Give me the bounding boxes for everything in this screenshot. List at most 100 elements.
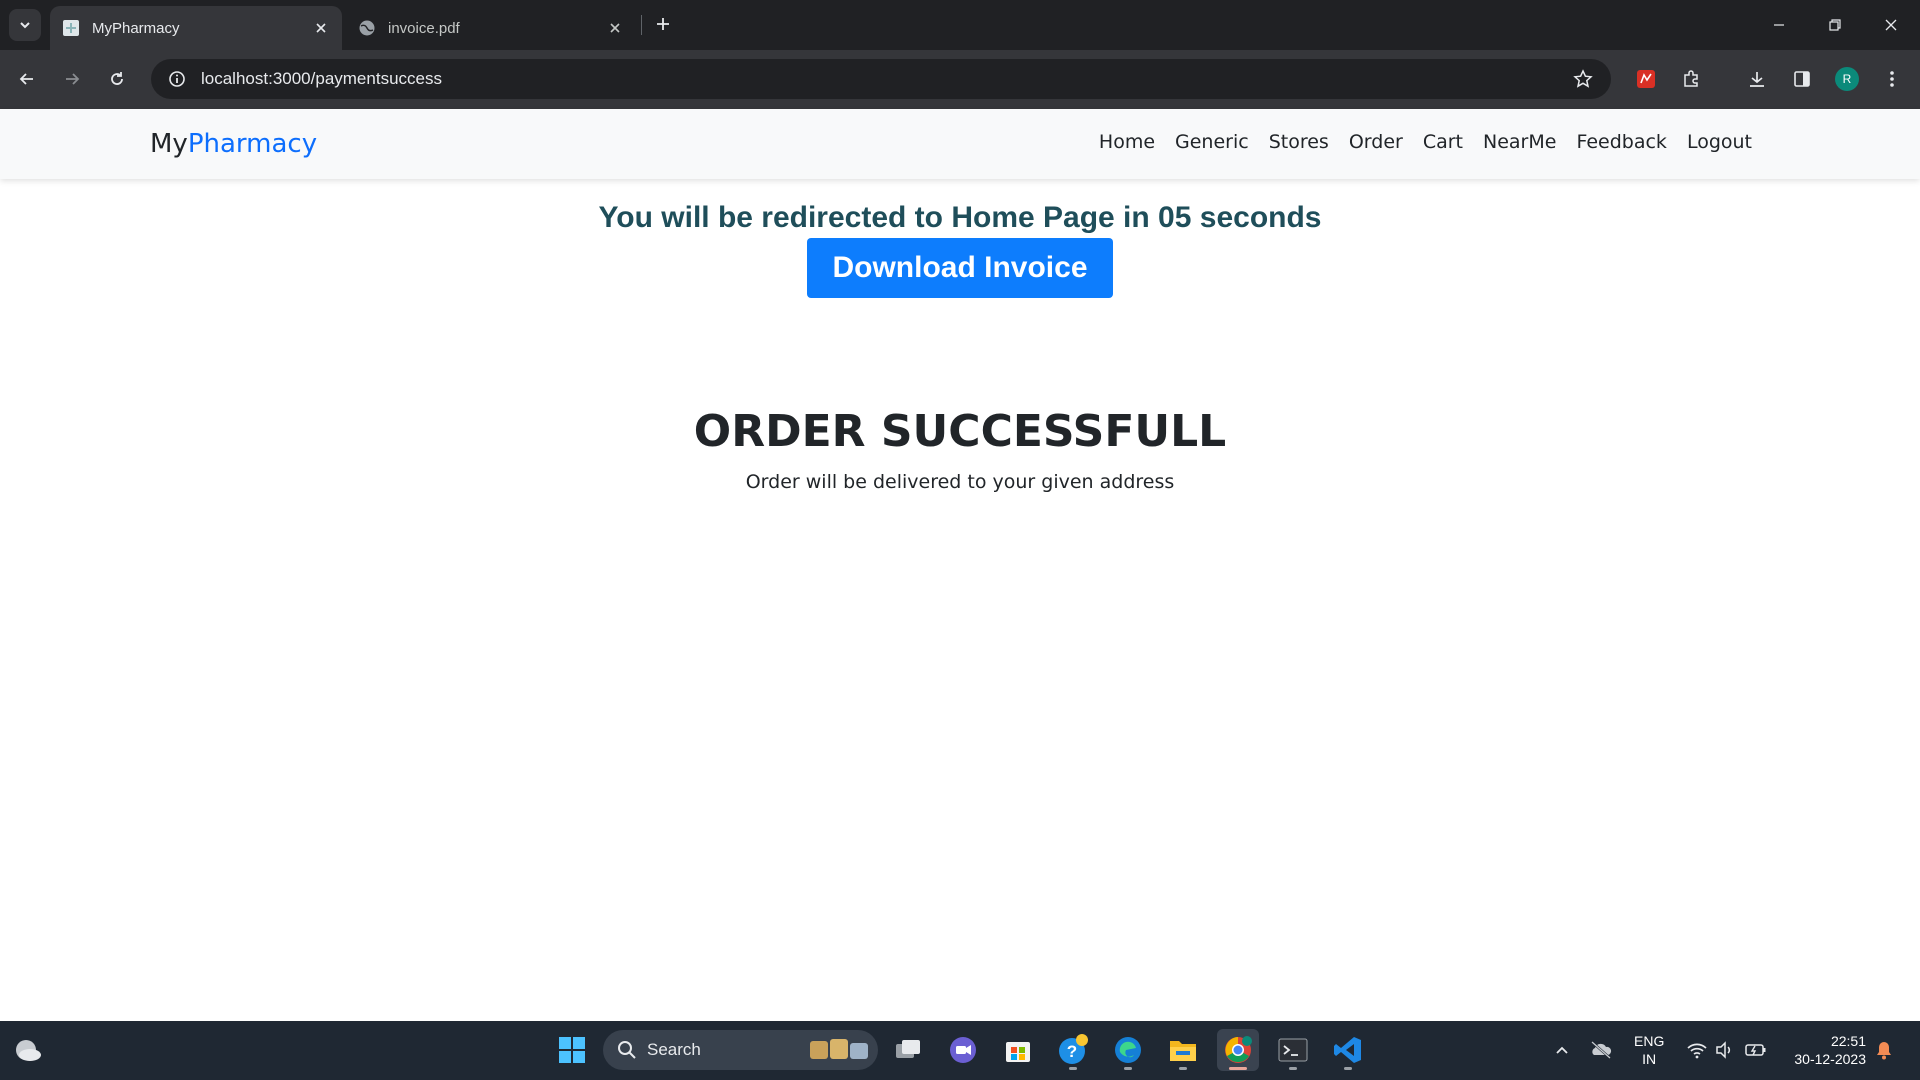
- running-indicator: [1069, 1067, 1077, 1070]
- tab-mypharmacy[interactable]: MyPharmacy: [50, 6, 342, 50]
- taskbar-teams-chat[interactable]: [942, 1029, 984, 1071]
- chevron-down-icon: [20, 22, 30, 29]
- minimize-icon: [1774, 24, 1784, 26]
- chevron-up-icon: [1556, 1046, 1568, 1054]
- close-tab-icon[interactable]: [604, 17, 626, 39]
- cloud-icon: [16, 1040, 41, 1061]
- store-icon: [1006, 1042, 1030, 1062]
- taskbar-file-explorer[interactable]: [1162, 1029, 1204, 1071]
- nav-link-logout[interactable]: Logout: [1677, 131, 1762, 153]
- nav-link-home[interactable]: Home: [1089, 131, 1165, 153]
- nav-link-order[interactable]: Order: [1339, 131, 1413, 153]
- forward-button[interactable]: [55, 62, 89, 96]
- bookmark-star-icon[interactable]: [1565, 61, 1601, 97]
- reload-icon: [111, 72, 123, 85]
- windows-taskbar: Search ? ENG IN 22:51 30-12-2023: [0, 1021, 1920, 1080]
- nav-link-generic[interactable]: Generic: [1165, 131, 1259, 153]
- terminal-icon: [1278, 1038, 1308, 1062]
- taskbar-chrome[interactable]: [1217, 1029, 1259, 1071]
- minimize-button[interactable]: [1751, 0, 1807, 50]
- side-panel-icon[interactable]: [1785, 62, 1819, 96]
- running-indicator: [1179, 1067, 1187, 1070]
- info-icon[interactable]: [157, 59, 197, 99]
- site-navbar: MyPharmacy Home Generic Stores Order Car…: [0, 109, 1920, 179]
- show-hidden-icons[interactable]: [1549, 1037, 1575, 1063]
- language-line-1: ENG: [1634, 1033, 1665, 1049]
- nav-link-cart[interactable]: Cart: [1413, 131, 1473, 153]
- extensions-puzzle-icon[interactable]: [1674, 62, 1708, 96]
- nav-link-stores[interactable]: Stores: [1259, 131, 1339, 153]
- chrome-menu-icon[interactable]: [1875, 62, 1909, 96]
- order-success-title: ORDER SUCCESSFULL: [693, 406, 1227, 457]
- onedrive-offline-icon[interactable]: [1588, 1037, 1614, 1063]
- running-indicator: [1344, 1067, 1352, 1070]
- tab-title: MyPharmacy: [92, 19, 180, 37]
- tab-invoice-pdf[interactable]: invoice.pdf: [346, 6, 636, 50]
- close-icon: [1885, 19, 1897, 31]
- taskbar-get-help[interactable]: ?: [1052, 1029, 1094, 1071]
- tab-divider: [641, 15, 642, 35]
- vscode-icon: [1334, 1037, 1361, 1063]
- pharmacy-favicon-icon: [62, 19, 80, 37]
- help-icon: ?: [1059, 1034, 1088, 1064]
- close-window-button[interactable]: [1863, 0, 1919, 50]
- svg-text:?: ?: [1067, 1042, 1077, 1061]
- tab-title: invoice.pdf: [388, 19, 460, 37]
- download-invoice-button[interactable]: Download Invoice: [807, 238, 1113, 298]
- taskbar-task-view[interactable]: [887, 1029, 929, 1071]
- running-indicator: [1289, 1067, 1297, 1070]
- taskbar-search[interactable]: Search: [603, 1030, 878, 1070]
- close-tab-icon[interactable]: [310, 17, 332, 39]
- notification-bell-icon[interactable]: [1871, 1037, 1897, 1063]
- brand-prefix: My: [150, 129, 188, 159]
- clock-time: 22:51: [1830, 1033, 1866, 1049]
- download-icon[interactable]: [1740, 62, 1774, 96]
- url-text[interactable]: localhost:3000/paymentsuccess: [201, 69, 1565, 89]
- extension-red-icon[interactable]: [1629, 62, 1663, 96]
- task-view-icon: [896, 1040, 920, 1058]
- wifi-icon[interactable]: [1684, 1037, 1710, 1063]
- volume-icon[interactable]: [1712, 1037, 1738, 1063]
- language-indicator[interactable]: ENG IN: [1634, 1032, 1664, 1068]
- browser-tab-strip: MyPharmacy invoice.pdf: [0, 0, 1920, 50]
- restore-icon: [1829, 19, 1841, 31]
- windows-logo-icon: [559, 1037, 585, 1063]
- profile-initial: R: [1835, 67, 1859, 91]
- language-line-2: IN: [1642, 1051, 1657, 1067]
- taskbar-vscode[interactable]: [1327, 1029, 1369, 1071]
- taskbar-edge[interactable]: [1107, 1029, 1149, 1071]
- active-indicator: [1229, 1067, 1247, 1070]
- redirect-message: You will be redirected to Home Page in 0…: [598, 201, 1322, 234]
- nav-link-feedback[interactable]: Feedback: [1566, 131, 1676, 153]
- taskbar-terminal[interactable]: [1272, 1029, 1314, 1071]
- nav-link-nearme[interactable]: NearMe: [1473, 131, 1566, 153]
- search-label: Search: [647, 1040, 701, 1059]
- new-tab-button[interactable]: [650, 11, 676, 37]
- address-bar[interactable]: localhost:3000/paymentsuccess: [151, 59, 1611, 99]
- weather-widget[interactable]: [7, 1029, 49, 1071]
- clock-date: 30-12-2023: [1794, 1051, 1866, 1067]
- tab-search-button[interactable]: [9, 9, 41, 41]
- edge-icon: [1115, 1037, 1141, 1063]
- video-chat-icon: [950, 1037, 976, 1063]
- brand-logo[interactable]: MyPharmacy: [150, 129, 317, 159]
- restore-button[interactable]: [1807, 0, 1863, 50]
- search-highlight-icon: [810, 1039, 868, 1059]
- battery-icon[interactable]: [1743, 1037, 1769, 1063]
- start-button[interactable]: [551, 1029, 593, 1071]
- nav-links: Home Generic Stores Order Cart NearMe Fe…: [1089, 131, 1762, 153]
- order-success-subtitle: Order will be delivered to your given ad…: [745, 471, 1175, 493]
- profile-avatar[interactable]: R: [1830, 62, 1864, 96]
- chrome-icon: [1225, 1036, 1252, 1063]
- back-button[interactable]: [10, 62, 44, 96]
- plus-icon: [657, 18, 669, 30]
- web-page: MyPharmacy Home Generic Stores Order Car…: [0, 109, 1920, 1021]
- browser-toolbar: localhost:3000/paymentsuccess R: [0, 50, 1920, 140]
- taskbar-ms-store[interactable]: [997, 1029, 1039, 1071]
- brand-accent: Pharmacy: [187, 129, 318, 159]
- folder-icon: [1170, 1041, 1196, 1061]
- clock[interactable]: 22:51 30-12-2023: [1784, 1032, 1866, 1068]
- search-icon: [618, 1041, 636, 1059]
- reload-button[interactable]: [100, 62, 134, 96]
- running-indicator: [1124, 1067, 1132, 1070]
